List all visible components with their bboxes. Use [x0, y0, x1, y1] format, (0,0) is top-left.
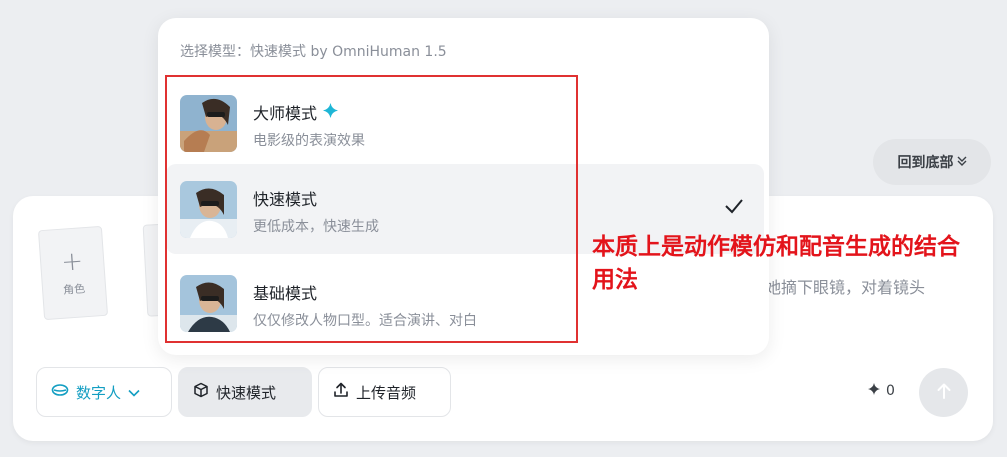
upload-audio-label: 上传音频 — [356, 383, 417, 402]
back-to-bottom-label: 回到底部 — [897, 155, 954, 171]
lips-icon — [51, 383, 69, 401]
cube-icon — [193, 382, 209, 402]
credits-indicator: 0 — [868, 383, 895, 399]
mode-select-button[interactable]: 快速模式 — [178, 367, 312, 417]
upload-icon — [333, 382, 349, 402]
upload-audio-button[interactable]: 上传音频 — [318, 367, 451, 417]
mode-label: 快速模式 — [216, 383, 277, 402]
add-role-card[interactable]: + 角色 — [37, 225, 109, 321]
check-icon — [724, 198, 744, 218]
dropdown-title: 选择模型：快速模式 by OmniHuman 1.5 — [180, 44, 447, 60]
double-chevron-down-icon — [957, 155, 967, 170]
plus-icon: + — [60, 246, 85, 278]
role-card-label: 角色 — [62, 282, 86, 297]
credits-count: 0 — [886, 383, 895, 399]
sparkle-icon — [868, 383, 880, 399]
annotation-highlight-box — [165, 75, 578, 343]
annotation-text: 本质上是动作模仿和配音生成的结合用法 — [592, 234, 960, 293]
back-to-bottom-button[interactable]: 回到底部 — [873, 139, 991, 185]
send-button[interactable] — [919, 368, 968, 417]
digital-human-button[interactable]: 数字人 — [36, 367, 172, 417]
digital-human-label: 数字人 — [76, 383, 122, 402]
arrow-up-icon — [935, 382, 953, 404]
chevron-down-icon — [128, 383, 140, 401]
